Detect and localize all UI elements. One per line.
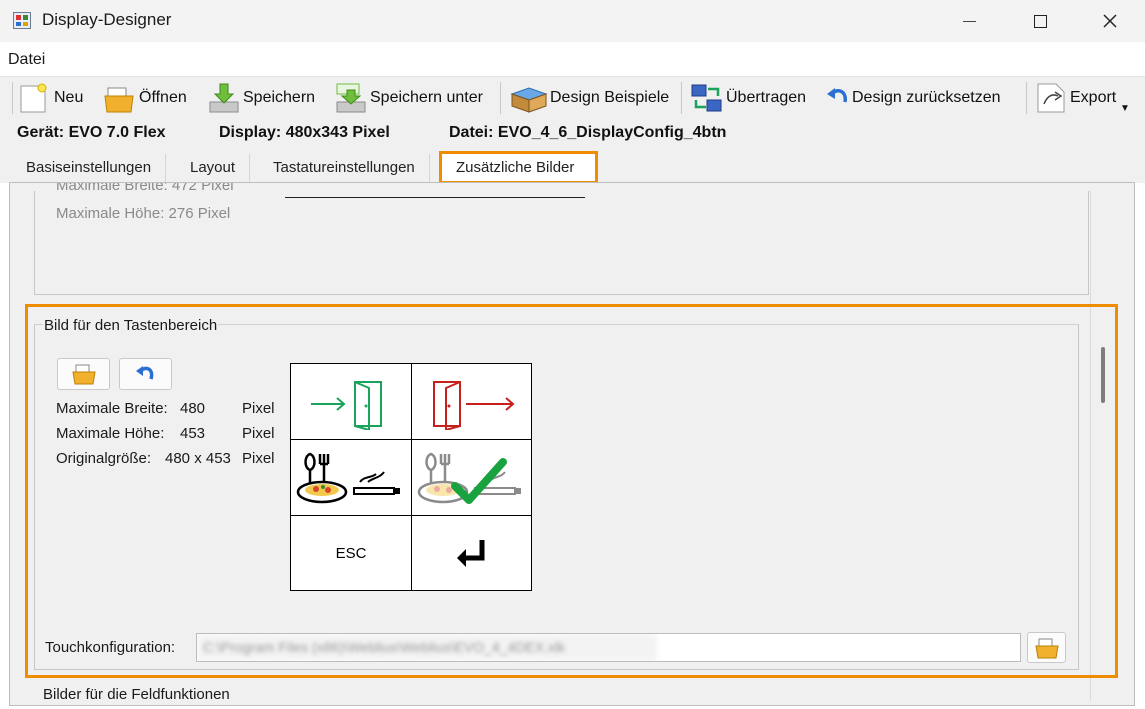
tab-basiseinstellungen[interactable]: Basiseinstellungen (12, 154, 167, 183)
max-width-partial: Maximale Breite: 472 Pixel (56, 182, 234, 194)
tab-layout[interactable]: Layout (176, 154, 251, 183)
toolbar: Neu Öffnen Speichern Speichern unter Des… (0, 76, 1145, 118)
save-icon (207, 82, 241, 114)
save-as-button[interactable]: Speichern unter (334, 77, 483, 119)
menu-bar: Datei (0, 42, 1145, 76)
box-icon (510, 82, 548, 114)
undo-icon (826, 82, 850, 114)
transfer-label: Übertragen (726, 89, 807, 106)
toolbar-separator (681, 82, 682, 114)
tab-bar: Basiseinstellungen Layout Tastatureinste… (0, 150, 1145, 184)
toolbar-grip (12, 82, 13, 114)
new-label: Neu (54, 89, 84, 106)
maximize-icon (1033, 14, 1047, 28)
export-label: Export (1070, 89, 1117, 106)
save-label: Speichern (243, 89, 316, 106)
file-info: Datei: EVO_4_6_DisplayConfig_4btn (449, 124, 727, 141)
title-bar: Display-Designer (0, 0, 1145, 42)
menu-datei[interactable]: Datei (8, 51, 45, 69)
close-icon (1103, 14, 1117, 28)
export-icon (1034, 82, 1068, 114)
new-file-icon (18, 82, 52, 114)
transfer-button[interactable]: Übertragen (690, 77, 806, 119)
minimize-button[interactable] (946, 0, 992, 42)
minimize-icon (962, 20, 976, 22)
close-button[interactable] (1087, 0, 1133, 42)
app-icon (13, 12, 31, 29)
tab-zusaetzliche-bilder[interactable]: Zusätzliche Bilder (439, 151, 598, 184)
save-as-label: Speichern unter (370, 89, 483, 106)
open-button[interactable]: Öffnen (103, 77, 187, 119)
export-button[interactable]: Export ▼ (1034, 77, 1130, 119)
upper-max-height: Maximale Höhe: 276 Pixel (56, 205, 231, 222)
transfer-icon (690, 82, 724, 114)
dropdown-arrow-icon: ▼ (1120, 103, 1130, 114)
save-button[interactable]: Speichern (207, 77, 315, 119)
toolbar-separator (500, 82, 501, 114)
design-examples-label: Design Beispiele (550, 89, 670, 106)
reset-design-button[interactable]: Design zurücksetzen (826, 77, 1001, 119)
design-examples-button[interactable]: Design Beispiele (510, 77, 669, 119)
display-info: Display: 480x343 Pixel (219, 124, 390, 141)
save-as-icon (334, 82, 368, 114)
toolbar-separator (1026, 82, 1027, 114)
device-info: Gerät: EVO 7.0 Flex (17, 124, 166, 141)
maximize-button[interactable] (1017, 0, 1063, 42)
reset-design-label: Design zurücksetzen (852, 89, 1001, 106)
window-title: Display-Designer (42, 10, 172, 29)
tab-tastatureinstellungen[interactable]: Tastatureinstellungen (259, 154, 430, 183)
highlight-frame (25, 304, 1118, 678)
field-functions-group-title: Bilder für die Feldfunktionen (43, 686, 230, 703)
new-button[interactable]: Neu (18, 77, 83, 119)
folder-open-icon (103, 82, 137, 114)
info-bar: Gerät: EVO 7.0 Flex Display: 480x343 Pix… (0, 118, 1145, 150)
open-label: Öffnen (139, 89, 187, 106)
divider (285, 197, 585, 198)
